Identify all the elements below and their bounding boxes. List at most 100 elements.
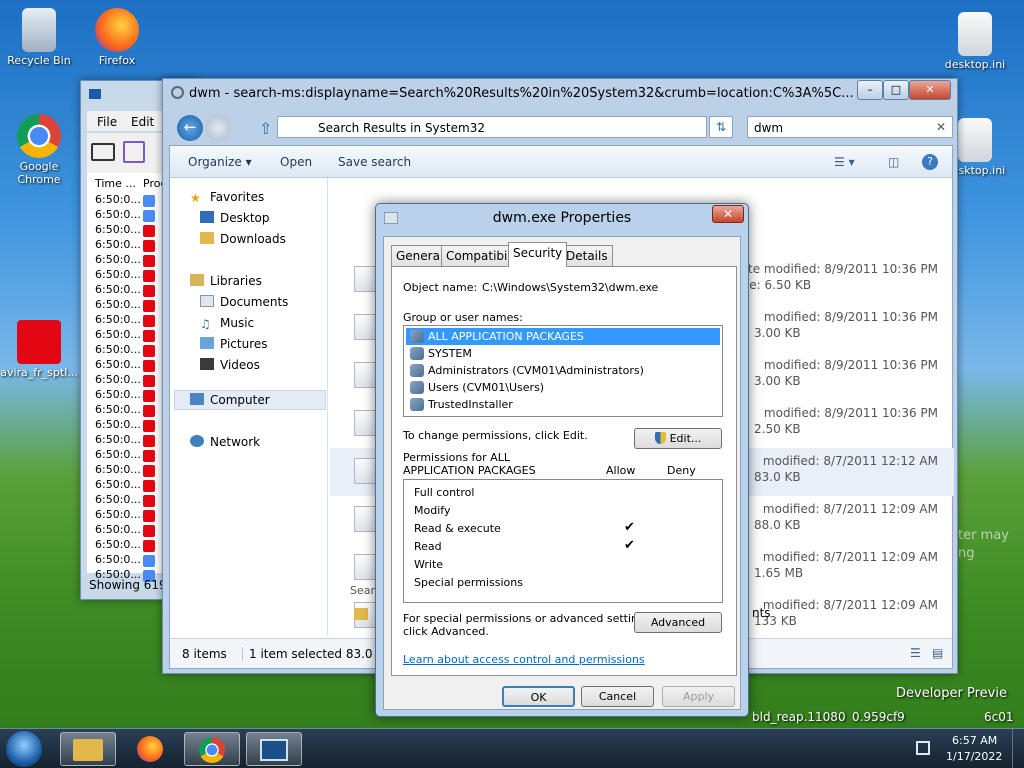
nav-computer[interactable]: Computer — [190, 393, 270, 407]
event-time: 6:50:0... — [95, 358, 141, 371]
open-button[interactable]: Open — [280, 155, 312, 169]
nav-libraries[interactable]: Libraries — [190, 274, 262, 288]
search-box[interactable]: dwm ✕ — [747, 116, 953, 138]
advanced-button[interactable]: Advanced — [634, 612, 722, 633]
organize-menu[interactable]: Organize ▾ — [188, 155, 252, 169]
nav-videos[interactable]: Videos — [200, 358, 260, 372]
libraries-icon — [190, 274, 204, 286]
edit-button[interactable]: Edit... — [634, 428, 722, 449]
nav-music[interactable]: ♫ Music — [200, 316, 254, 331]
process-icon — [143, 225, 155, 237]
group-name: Administrators (CVM01\Administrators) — [428, 364, 644, 377]
monitor-menu-edit[interactable]: Edit — [131, 115, 154, 129]
group-name: TrustedInstaller — [428, 398, 513, 411]
save-icon[interactable] — [123, 141, 145, 163]
search-again-folder-icon[interactable] — [354, 608, 368, 620]
object-name-value: C:\Windows\System32\dwm.exe — [482, 281, 659, 294]
event-time: 6:50:0... — [95, 298, 141, 311]
process-icon — [143, 255, 155, 267]
save-search-button[interactable]: Save search — [338, 155, 411, 169]
nav-desktop[interactable]: Desktop — [200, 211, 270, 225]
network-tray-icon[interactable] — [916, 741, 930, 755]
search-again-item[interactable]: nts — [752, 606, 771, 620]
show-desktop-button[interactable] — [1012, 729, 1024, 768]
up-arrow-icon[interactable]: ⇧ — [259, 119, 272, 138]
settings-file-icon — [354, 506, 376, 532]
search-input[interactable]: dwm — [754, 121, 783, 135]
preview-pane-icon[interactable]: ◫ — [888, 155, 899, 169]
process-icon — [143, 210, 155, 222]
taskbar-chrome[interactable] — [184, 732, 240, 766]
ok-button[interactable]: OK — [502, 686, 575, 707]
event-time: 6:50:0... — [95, 418, 141, 431]
views-icon[interactable]: ☰ ▾ — [834, 155, 855, 169]
desktop-icon-desktop-ini-1[interactable]: desktop.ini — [936, 12, 1014, 71]
dialog-close-button[interactable]: ✕ — [712, 205, 744, 223]
learn-more-link[interactable]: Learn about access control and permissio… — [403, 653, 645, 666]
nav-documents[interactable]: Documents — [200, 295, 288, 309]
process-icon — [143, 315, 155, 327]
nav-downloads[interactable]: Downloads — [200, 232, 286, 246]
tab-details[interactable]: Details — [561, 245, 613, 266]
taskbar-explorer[interactable] — [60, 732, 116, 766]
group-name: Users (CVM01\Users) — [428, 381, 545, 394]
details-view-icon[interactable]: ☰ — [910, 646, 921, 660]
event-time: 6:50:0... — [95, 208, 141, 221]
process-icon — [143, 375, 155, 387]
desktop-icon-firefox[interactable]: Firefox — [78, 8, 156, 67]
process-icon — [143, 345, 155, 357]
event-time: 6:50:0... — [95, 433, 141, 446]
document-icon — [354, 362, 376, 388]
tab-general[interactable]: General — [391, 245, 449, 266]
nav-pictures[interactable]: Pictures — [200, 337, 268, 351]
close-button[interactable]: ✕ — [909, 80, 951, 100]
taskbar-firefox[interactable] — [122, 732, 178, 766]
desktop-icon-recycle-bin[interactable]: Recycle Bin — [0, 8, 78, 67]
monitor-menu-file[interactable]: File — [97, 115, 117, 129]
process-icon — [143, 555, 155, 567]
settings-file-icon — [958, 12, 992, 56]
minimize-button[interactable]: – — [857, 80, 883, 100]
refresh-button[interactable]: ⇅ — [709, 116, 733, 138]
special-permissions-text-1: For special permissions or advanced sett… — [403, 612, 655, 625]
clear-search-icon[interactable]: ✕ — [936, 120, 946, 134]
group-list-item[interactable]: ALL APPLICATION PACKAGES — [406, 328, 720, 345]
recycle-bin-icon — [22, 8, 56, 52]
group-list[interactable]: ALL APPLICATION PACKAGES SYSTEM Administra… — [403, 325, 723, 417]
address-bar[interactable]: Search Results in System32 — [277, 116, 707, 138]
properties-dialog[interactable]: dwm.exe Properties ✕ General Compatibili… — [375, 203, 749, 717]
process-icon — [143, 390, 155, 402]
file-date: modified: 8/9/2011 10:36 PM — [763, 358, 938, 372]
group-list-item[interactable]: SYSTEM — [406, 345, 720, 362]
process-icon — [143, 240, 155, 252]
permissions-for-line-2: APPLICATION PACKAGES — [403, 464, 536, 477]
nav-network[interactable]: Network — [190, 435, 260, 449]
start-button[interactable] — [6, 731, 42, 767]
process-icon — [143, 540, 155, 552]
apply-button[interactable]: Apply — [662, 686, 735, 707]
group-list-item[interactable]: Administrators (CVM01\Administrators) — [406, 362, 720, 379]
user-group-icon — [410, 330, 424, 343]
group-list-item[interactable]: Users (CVM01\Users) — [406, 379, 720, 396]
desktop-icon-avira[interactable]: avira_fr_sptl... — [0, 320, 78, 379]
tab-security[interactable]: Security — [508, 242, 568, 267]
event-time: 6:50:0... — [95, 508, 141, 521]
watermark-fragment: ter may — [958, 528, 1009, 543]
group-list-item[interactable]: TrustedInstaller — [406, 396, 720, 413]
open-folder-icon[interactable] — [91, 143, 115, 161]
monitor-column-time[interactable]: Time ... — [95, 177, 136, 190]
clock-date[interactable]: 1/17/2022 — [946, 750, 1002, 763]
tiles-view-icon[interactable]: ▤ — [932, 646, 943, 660]
cancel-button[interactable]: Cancel — [581, 686, 654, 707]
help-icon[interactable]: ? — [922, 154, 938, 170]
taskbar-monitor[interactable] — [246, 732, 302, 766]
breadcrumb[interactable]: Search Results in System32 — [318, 121, 485, 135]
nav-favorites[interactable]: ★ Favorites — [190, 190, 264, 205]
maximize-button[interactable]: □ — [883, 80, 909, 100]
clock-time[interactable]: 6:57 AM — [952, 734, 997, 747]
back-button[interactable]: ← — [177, 115, 203, 141]
forward-button[interactable] — [205, 115, 231, 141]
firefox-icon — [95, 8, 139, 52]
object-name-label: Object name: — [403, 281, 478, 294]
desktop-icon-chrome[interactable]: Google Chrome — [0, 114, 78, 186]
